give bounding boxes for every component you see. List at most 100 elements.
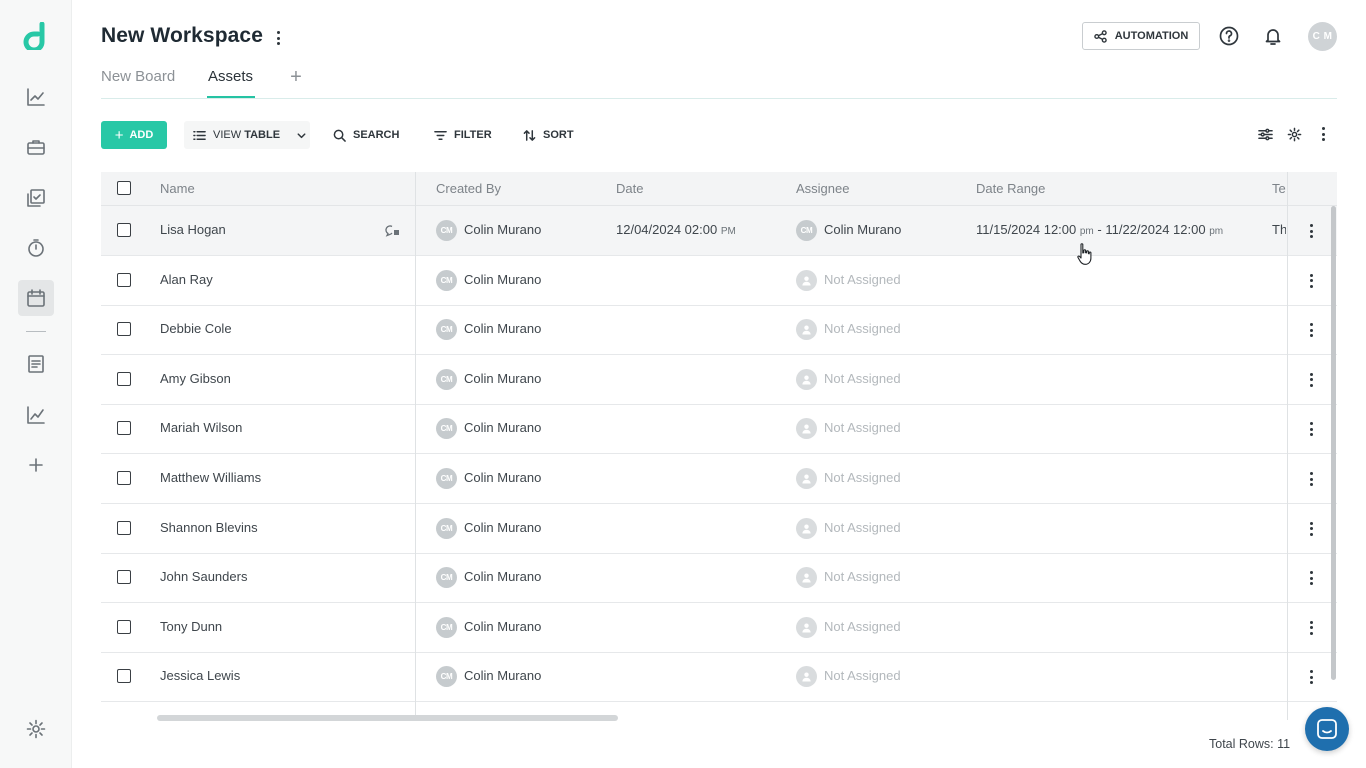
calendar-icon[interactable] — [18, 280, 54, 316]
briefcase-icon[interactable] — [18, 129, 54, 165]
filter-icon — [434, 130, 447, 140]
bell-icon[interactable] — [1262, 25, 1284, 47]
add-button[interactable]: + ADD — [101, 121, 167, 149]
timer-icon[interactable] — [18, 230, 54, 266]
row-checkbox[interactable] — [117, 322, 131, 337]
row-name[interactable]: Shannon Blevins — [160, 520, 258, 535]
search-button[interactable]: SEARCH — [333, 121, 399, 149]
table-row[interactable]: Matthew Williams CM Colin Murano Not Assign… — [101, 454, 1337, 504]
table-row[interactable]: Debbie Cole CM Colin Murano Not Assigned — [101, 305, 1337, 356]
row-checkbox[interactable] — [117, 570, 131, 585]
tab-assets[interactable]: Assets — [208, 68, 253, 85]
row-checkbox[interactable] — [117, 421, 131, 436]
row-menu-icon[interactable] — [1306, 570, 1316, 586]
column-name[interactable]: Name — [160, 181, 195, 196]
row-menu-icon[interactable] — [1306, 322, 1316, 338]
tab-new-board[interactable]: New Board — [101, 68, 175, 85]
row-menu-icon[interactable] — [1306, 273, 1316, 289]
row-assignee[interactable]: Not Assigned — [824, 321, 901, 336]
help-icon[interactable] — [1218, 25, 1240, 47]
row-name[interactable]: Lisa Hogan — [160, 222, 226, 237]
search-label: SEARCH — [353, 129, 400, 141]
row-menu-icon[interactable] — [1306, 372, 1316, 388]
row-checkbox[interactable] — [117, 669, 131, 684]
person-icon — [796, 269, 817, 291]
vertical-scrollbar[interactable] — [1331, 206, 1336, 680]
row-checkbox[interactable] — [117, 471, 131, 485]
row-assignee[interactable]: Not Assigned — [824, 668, 901, 683]
row-menu-icon[interactable] — [1306, 223, 1316, 239]
row-date[interactable]: 12/04/2024 02:00 PM — [616, 222, 736, 237]
row-assignee[interactable]: Not Assigned — [824, 470, 901, 485]
creator-avatar: CM — [436, 368, 457, 390]
table-row[interactable]: Tony Dunn CM Colin Murano Not Assigned — [101, 603, 1337, 653]
add-label: ADD — [129, 129, 154, 141]
row-assignee[interactable]: Colin Murano — [824, 222, 901, 237]
sort-button[interactable]: SORT — [523, 121, 574, 149]
table-row[interactable]: Alan Ray CM Colin Murano Not Assigned — [101, 256, 1337, 306]
table-row[interactable]: Mariah Wilson CM Colin Murano Not Assigned — [101, 404, 1337, 455]
row-name[interactable]: Mariah Wilson — [160, 420, 242, 435]
filter-button[interactable]: FILTER — [434, 121, 492, 149]
row-menu-icon[interactable] — [1306, 471, 1316, 487]
view-selector[interactable]: VIEW TABLE — [184, 121, 310, 149]
column-date[interactable]: Date — [616, 181, 643, 196]
table-row[interactable]: Amy Gibson CM Colin Murano Not Assigned — [101, 355, 1337, 405]
row-truncated-cell: Th — [1272, 222, 1286, 237]
gear-icon[interactable] — [18, 711, 54, 747]
table-row[interactable]: Jessica Lewis CM Colin Murano Not Assigned — [101, 652, 1337, 703]
creator-avatar: CM — [436, 269, 457, 291]
table-row[interactable]: Lisa Hogan CM Colin Murano 12/04/2024 02:00… — [101, 206, 1337, 256]
document-icon[interactable] — [18, 346, 54, 382]
settings-icon[interactable] — [1285, 125, 1303, 143]
row-name[interactable]: Amy Gibson — [160, 371, 231, 386]
row-assignee[interactable]: Not Assigned — [824, 420, 901, 435]
view-prefix: VIEW — [213, 129, 242, 141]
row-name[interactable]: Alan Ray — [160, 272, 213, 287]
row-created-by: Colin Murano — [464, 519, 542, 535]
row-name[interactable]: John Saunders — [160, 569, 247, 584]
row-menu-icon[interactable] — [1306, 669, 1316, 685]
row-checkbox[interactable] — [117, 272, 131, 287]
row-name[interactable]: Debbie Cole — [160, 321, 232, 336]
row-assignee[interactable]: Not Assigned — [824, 272, 901, 287]
column-date-range[interactable]: Date Range — [976, 181, 1045, 196]
row-checkbox[interactable] — [117, 223, 131, 237]
row-checkbox[interactable] — [117, 520, 131, 535]
column-truncated[interactable]: Te — [1272, 181, 1286, 196]
row-name[interactable]: Jessica Lewis — [160, 668, 240, 683]
chat-support-button[interactable] — [1305, 707, 1349, 751]
column-created-by[interactable]: Created By — [436, 181, 501, 196]
row-name[interactable]: Tony Dunn — [160, 619, 222, 634]
select-all-checkbox[interactable] — [117, 181, 131, 195]
row-menu-icon[interactable] — [1306, 521, 1316, 537]
checklist-icon[interactable] — [18, 180, 54, 216]
workspace-menu-icon[interactable] — [270, 28, 286, 48]
plus-icon[interactable] — [18, 447, 54, 483]
row-menu-icon[interactable] — [1306, 421, 1316, 437]
comment-icon[interactable] — [383, 222, 401, 238]
column-assignee[interactable]: Assignee — [796, 181, 849, 196]
row-name[interactable]: Matthew Williams — [160, 470, 261, 485]
table-row[interactable]: Shannon Blevins CM Colin Murano Not Assigne… — [101, 504, 1337, 554]
more-options-icon[interactable] — [1314, 125, 1332, 143]
table-row[interactable]: John Saunders CM Colin Murano Not Assigned — [101, 553, 1337, 604]
row-checkbox[interactable] — [117, 371, 131, 386]
add-tab-icon[interactable]: + — [287, 67, 305, 87]
row-date-range[interactable]: 11/15/2024 12:00 pm - 11/22/2024 12:00 p… — [976, 222, 1223, 237]
chart-line-icon[interactable] — [18, 79, 54, 115]
sliders-icon[interactable] — [1256, 125, 1274, 143]
table-header: Name Created By Date Assignee Date Range… — [101, 172, 1337, 206]
row-checkbox[interactable] — [117, 619, 131, 634]
row-assignee[interactable]: Not Assigned — [824, 520, 901, 535]
row-assignee[interactable]: Not Assigned — [824, 569, 901, 584]
user-avatar[interactable]: C M — [1308, 22, 1337, 51]
app-logo[interactable] — [22, 21, 50, 53]
automation-button[interactable]: AUTOMATION — [1082, 22, 1200, 50]
row-assignee[interactable]: Not Assigned — [824, 371, 901, 386]
row-assignee[interactable]: Not Assigned — [824, 619, 901, 634]
horizontal-scrollbar[interactable] — [157, 715, 618, 721]
analytics-icon[interactable] — [18, 397, 54, 433]
row-menu-icon[interactable] — [1306, 620, 1316, 636]
sidebar — [0, 0, 72, 768]
